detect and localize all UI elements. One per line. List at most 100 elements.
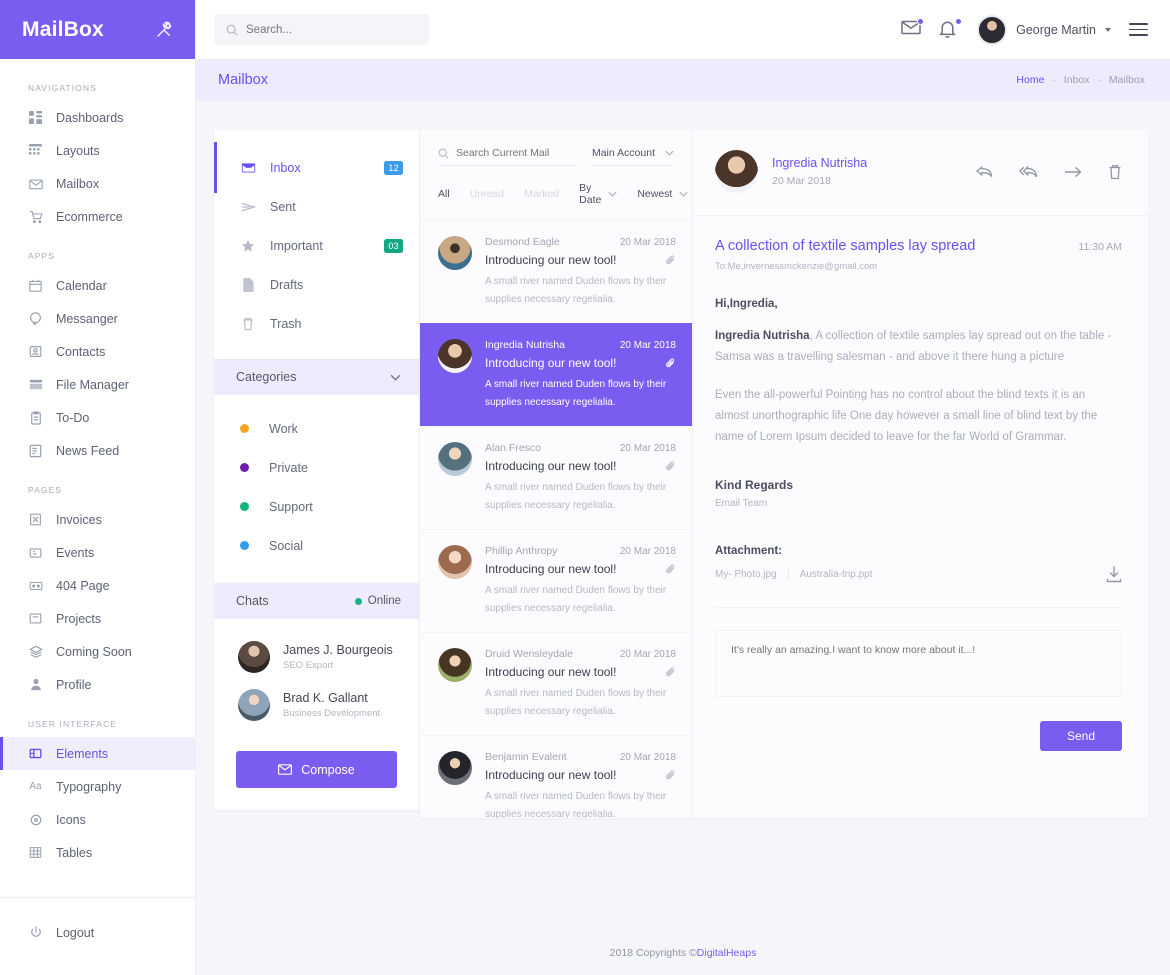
category-label: Private (269, 460, 308, 475)
reply-textarea[interactable] (715, 630, 1122, 698)
send-row: Send (715, 721, 1122, 773)
trash-icon[interactable] (1108, 164, 1122, 180)
reply-all-icon[interactable] (1019, 165, 1038, 179)
filter-marked[interactable]: Marked (524, 188, 559, 200)
sidebar-nav: NAVIGATIONS Dashboards Layouts Mailbox E… (0, 59, 195, 897)
chat-name: James J. Bourgeois (283, 643, 393, 657)
categories-header[interactable]: Categories (214, 359, 419, 395)
sidebar-item-ecommerce[interactable]: Ecommerce (0, 200, 195, 233)
mail-excerpt: A small river named Duden flows by their… (485, 585, 667, 614)
attachment-file[interactable]: My- Photo.jpg (715, 569, 789, 581)
user-menu[interactable]: George Martin (977, 14, 1111, 45)
category-item-work[interactable]: Work (214, 409, 419, 448)
sidebar-item-dashboards[interactable]: Dashboards (0, 101, 195, 134)
folder-item-drafts[interactable]: Drafts (214, 265, 419, 304)
sidebar-item-label: Layouts (56, 143, 100, 158)
sidebar-item-events[interactable]: Events (0, 536, 195, 569)
chat-item[interactable]: James J. Bourgeois SEO Export (214, 633, 419, 681)
mail-row-body: Ingredia Nutrisha 20 Mar 2018 Introducin… (485, 339, 676, 411)
breadcrumb-inbox[interactable]: Inbox (1064, 74, 1090, 86)
sort-by-date[interactable]: By Date (579, 182, 617, 206)
mail-subject: Introducing our new tool! (485, 253, 617, 267)
sidebar-item-mailbox[interactable]: Mailbox (0, 167, 195, 200)
sidebar-section-title: NAVIGATIONS (28, 83, 97, 93)
sidebar-item-news-feed[interactable]: News Feed (0, 434, 195, 467)
chat-role: SEO Export (283, 660, 334, 671)
sidebar-item-label: Coming Soon (56, 644, 132, 659)
mail-date: 20 Mar 2018 (619, 237, 676, 248)
attachment-file[interactable]: Australia-trip.ppt (800, 569, 884, 580)
layers-icon (28, 644, 43, 659)
breadcrumb-home[interactable]: Home (1016, 74, 1044, 86)
sidebar-item-label: 404 Page (56, 578, 110, 593)
detail-paragraph-2: Even the all-powerful Pointing has no co… (715, 388, 1098, 444)
global-search[interactable] (214, 14, 429, 45)
sidebar-item-404-page[interactable]: 404 Page (0, 569, 195, 602)
bell-icon[interactable] (939, 17, 963, 40)
category-item-social[interactable]: Social (214, 526, 419, 565)
cart-icon (28, 209, 43, 224)
sidebar: MailBox NAVIGATIONS Dashboards Layouts M… (0, 0, 196, 975)
sidebar-item-contacts[interactable]: Contacts (0, 335, 195, 368)
sidebar-item-invoices[interactable]: Invoices (0, 503, 195, 536)
search-input[interactable] (246, 23, 417, 36)
sidebar-item-tables[interactable]: Tables (0, 836, 195, 869)
folder-item-inbox[interactable]: Inbox 12 (214, 142, 419, 193)
tools-icon[interactable] (155, 21, 173, 39)
sidebar-item-logout[interactable]: Logout (0, 916, 195, 949)
download-icon[interactable] (1106, 566, 1122, 583)
sidebar-item-label: File Manager (56, 377, 129, 392)
account-select[interactable]: Main Account (591, 147, 674, 166)
sidebar-item-layouts[interactable]: Layouts (0, 134, 195, 167)
sidebar-item-projects[interactable]: Projects (0, 602, 195, 635)
filter-all[interactable]: All (438, 188, 450, 200)
table-row[interactable]: Phillip Anthropy 20 Mar 2018 Introducing… (420, 529, 692, 632)
category-item-support[interactable]: Support (214, 487, 419, 526)
compose-button[interactable]: Compose (236, 751, 397, 788)
mail-search-input[interactable] (456, 147, 578, 159)
sidebar-item-messanger[interactable]: Messanger (0, 302, 195, 335)
avatar (238, 689, 270, 721)
send-button[interactable]: Send (1040, 721, 1122, 752)
table-row[interactable]: Alan Fresco 20 Mar 2018 Introducing our … (420, 426, 692, 529)
folder-item-sent[interactable]: Sent (214, 187, 419, 226)
folder-item-important[interactable]: Important 03 (214, 226, 419, 265)
mail-excerpt: A small river named Duden flows by their… (485, 482, 667, 511)
sidebar-item-file-manager[interactable]: File Manager (0, 368, 195, 401)
messages-icon[interactable] (901, 17, 925, 40)
sidebar-item-profile[interactable]: Profile (0, 668, 195, 701)
hamburger-icon[interactable] (1129, 22, 1148, 37)
top-bar: George Martin (196, 0, 1170, 59)
detail-paragraph-1-bold: Ingredia Nutrisha (715, 330, 810, 342)
footer-link[interactable]: DigitalHeaps (697, 947, 757, 959)
sort-order[interactable]: Newest (637, 188, 688, 200)
folder-item-trash[interactable]: Trash (214, 304, 419, 343)
folder-label: Sent (270, 199, 296, 214)
main-area: George Martin Mailbox Home - Inbox - Mai… (196, 0, 1170, 975)
detail-sender-name[interactable]: Ingredia Nutrisha (772, 156, 867, 170)
sidebar-item-to-do[interactable]: To-Do (0, 401, 195, 434)
attachment-row: My- Photo.jpg Australia-trip.ppt (715, 566, 1122, 583)
sidebar-item-calendar[interactable]: Calendar (0, 269, 195, 302)
table-row[interactable]: Desmond Eagle 20 Mar 2018 Introducing ou… (420, 220, 692, 323)
chat-bubble-icon (28, 311, 43, 326)
sidebar-item-label: Events (56, 545, 95, 560)
filter-unread[interactable]: Unread (470, 188, 504, 200)
mail-sender: Druid Wensleydale (485, 648, 573, 660)
reply-icon[interactable] (976, 165, 993, 179)
table-row[interactable]: Benjamin Evalent 20 Mar 2018 Introducing… (420, 735, 692, 818)
sidebar-item-typography[interactable]: Aa Typography (0, 770, 195, 803)
folder-label: Trash (270, 316, 302, 331)
chevron-down-icon[interactable] (390, 374, 401, 381)
table-row[interactable]: Druid Wensleydale 20 Mar 2018 Introducin… (420, 632, 692, 735)
table-row[interactable]: Ingredia Nutrisha 20 Mar 2018 Introducin… (420, 323, 692, 426)
forward-arrow-icon[interactable] (1064, 166, 1082, 178)
sidebar-item-icons[interactable]: Icons (0, 803, 195, 836)
sidebar-item-coming-soon[interactable]: Coming Soon (0, 635, 195, 668)
category-item-private[interactable]: Private (214, 448, 419, 487)
sidebar-item-elements[interactable]: Elements (0, 737, 195, 770)
avatar (438, 236, 472, 270)
folders-card: Inbox 12 Sent Important 03 Drafts Trash (214, 130, 419, 359)
mail-search[interactable] (438, 147, 578, 166)
chat-item[interactable]: Brad K. Gallant Business Development (214, 681, 419, 729)
